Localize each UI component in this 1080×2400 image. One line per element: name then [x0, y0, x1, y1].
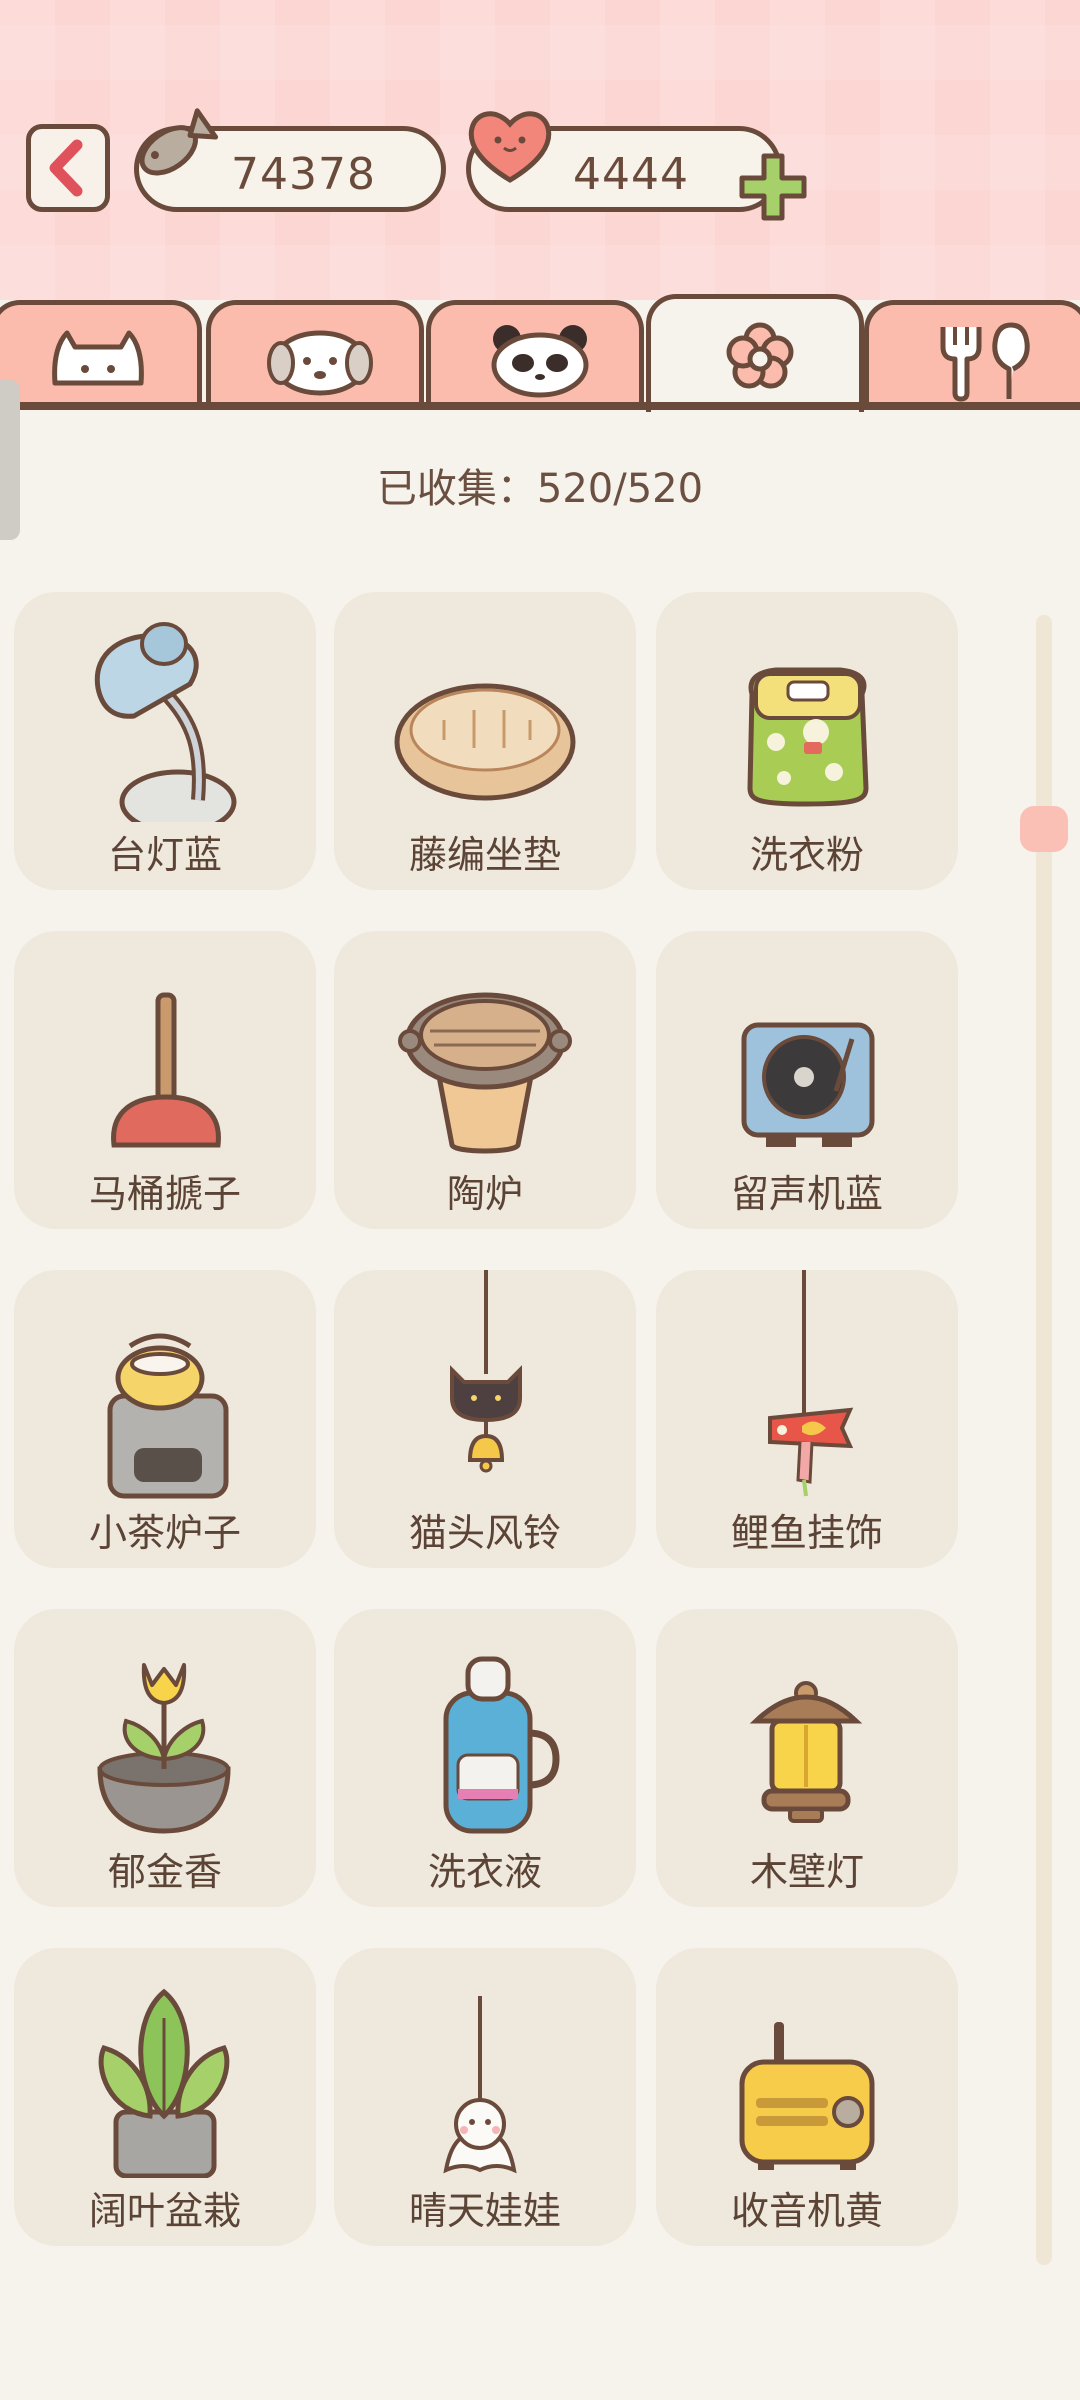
item-card[interactable]: 收音机黄 [656, 1948, 958, 2246]
item-label: 陶炉 [446, 1172, 523, 1216]
back-arrow-icon [49, 139, 83, 197]
back-button[interactable] [26, 124, 110, 212]
top-bar: 74378 4444 [0, 0, 1080, 300]
tab-food[interactable] [864, 300, 1080, 410]
panda-face-icon [491, 325, 589, 398]
item-card[interactable]: 木壁灯 [656, 1609, 958, 1907]
fish-icon [139, 108, 219, 176]
heart-icon [468, 111, 552, 183]
clay-stove-icon [398, 992, 572, 1154]
item-label: 洗衣粉 [749, 833, 864, 877]
item-card[interactable]: 阔叶盆栽 [14, 1948, 316, 2246]
item-label: 藤编坐垫 [408, 833, 561, 877]
cat-face-icon [52, 330, 144, 386]
rattan-cushion-icon [394, 683, 576, 801]
item-label: 小茶炉子 [88, 1511, 241, 1555]
tab-pandas[interactable] [426, 300, 644, 410]
scrollbar-thumb[interactable] [1020, 806, 1068, 852]
tulip-pot-icon [97, 1663, 231, 1834]
flower-icon [726, 322, 794, 389]
tab-dogs[interactable] [206, 300, 424, 410]
item-card[interactable]: 台灯蓝 [14, 592, 316, 890]
scrollbar-track[interactable] [1036, 615, 1052, 2265]
item-label: 洗衣液 [427, 1850, 542, 1894]
category-tabs [0, 294, 1080, 412]
tab-cats[interactable] [0, 300, 202, 410]
fish-count: 74378 [231, 149, 376, 200]
record-player-blue-icon [741, 1022, 875, 1147]
item-card[interactable]: 鲤鱼挂饰 [656, 1270, 958, 1568]
add-hearts-button[interactable] [736, 150, 810, 224]
item-card[interactable]: 洗衣粉 [656, 592, 958, 890]
item-card[interactable]: 洗衣液 [334, 1609, 636, 1907]
item-label: 猫头风铃 [408, 1511, 561, 1555]
item-card[interactable]: 猫头风铃 [334, 1270, 636, 1568]
fork-spoon-icon [940, 322, 1030, 402]
detergent-powder-icon [747, 667, 869, 807]
item-card[interactable]: 郁金香 [14, 1609, 316, 1907]
item-label: 收音机黄 [730, 2189, 883, 2233]
item-label: 阔叶盆栽 [88, 2189, 241, 2233]
heart-count: 4444 [573, 149, 689, 200]
radio-yellow-icon [739, 2022, 875, 2170]
item-label: 郁金香 [107, 1850, 222, 1894]
broadleaf-plant-icon [98, 1988, 230, 2178]
desk-lamp-blue-icon [94, 622, 237, 822]
item-label: 马桶搋子 [88, 1172, 241, 1216]
tab-items[interactable] [646, 294, 864, 412]
item-card[interactable]: 留声机蓝 [656, 931, 958, 1229]
dog-face-icon [267, 330, 373, 396]
item-label: 台灯蓝 [107, 833, 222, 877]
plunger-icon [111, 992, 221, 1148]
item-card[interactable]: 马桶搋子 [14, 931, 316, 1229]
item-label: 留声机蓝 [730, 1172, 883, 1216]
tab-divider [0, 402, 1080, 410]
cat-wind-chime-icon [450, 1270, 522, 1473]
collected-count: 已收集：520/520 [376, 466, 704, 512]
tea-stove-icon [107, 1333, 229, 1499]
item-card[interactable]: 晴天娃娃 [334, 1948, 636, 2246]
item-label: 木壁灯 [749, 1850, 864, 1894]
carp-streamer-icon [768, 1270, 854, 1497]
item-label: 晴天娃娃 [408, 2189, 561, 2233]
item-label: 鲤鱼挂饰 [730, 1511, 883, 1555]
wood-wall-lamp-icon [749, 1681, 863, 1823]
item-card[interactable]: 陶炉 [334, 931, 636, 1229]
item-card[interactable]: 小茶炉子 [14, 1270, 316, 1568]
laundry-liquid-icon [443, 1656, 560, 1834]
teru-teru-bozu-icon [443, 1996, 517, 2174]
item-card[interactable]: 藤编坐垫 [334, 592, 636, 890]
